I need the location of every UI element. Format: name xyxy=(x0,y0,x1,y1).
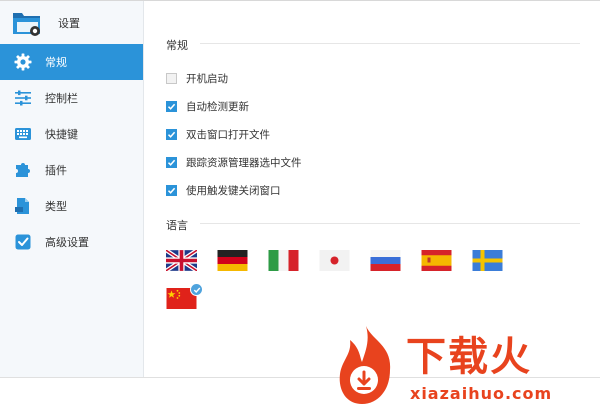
sidebar-item-plugins[interactable]: 插件 xyxy=(0,152,143,188)
sidebar-item-shortcuts[interactable]: 快捷键 xyxy=(0,116,143,152)
option-label: 自动检测更新 xyxy=(186,100,249,113)
checkbox[interactable] xyxy=(166,128,177,140)
puzzle-icon xyxy=(13,160,33,180)
general-section-title: 常规 xyxy=(166,39,188,52)
option-double-click-open[interactable]: 双击窗口打开文件 xyxy=(166,125,270,143)
keyboard-icon xyxy=(13,124,33,144)
app-header: 设置 xyxy=(0,1,143,44)
sidebar-item-general[interactable]: 常规 xyxy=(0,44,143,80)
option-label: 使用触发键关闭窗口 xyxy=(186,184,281,197)
file-type-icon xyxy=(13,196,33,216)
sidebar-item-label: 常规 xyxy=(45,56,67,69)
gear-icon xyxy=(13,52,33,72)
checkbox[interactable] xyxy=(166,100,177,112)
option-label: 跟踪资源管理器选中文件 xyxy=(186,156,302,169)
flame-logo-icon xyxy=(339,326,391,404)
sidebar-item-label: 类型 xyxy=(45,200,67,213)
option-label: 开机启动 xyxy=(186,72,228,85)
sidebar-item-label: 控制栏 xyxy=(45,92,78,105)
sidebar-item-label: 插件 xyxy=(45,164,67,177)
germany-flag[interactable] xyxy=(217,250,248,271)
japan-flag[interactable] xyxy=(319,250,350,271)
check-icon xyxy=(167,159,176,166)
sliders-icon xyxy=(13,88,33,108)
russia-flag[interactable] xyxy=(370,250,401,271)
sidebar: 设置 常规 控制栏 快捷键 插件 类型 高级设置 xyxy=(0,1,144,377)
selected-check-icon xyxy=(190,283,203,296)
app-logo-icon xyxy=(12,10,42,36)
checkbox[interactable] xyxy=(166,72,177,84)
uk-flag[interactable] xyxy=(166,250,197,271)
sidebar-item-label: 快捷键 xyxy=(45,128,78,141)
check-icon xyxy=(167,187,176,194)
section-divider xyxy=(200,223,580,224)
settings-content: 常规 开机启动 自动检测更新 双击窗口打开文件 跟踪资源管理器选中文件 使用触发… xyxy=(144,1,600,377)
option-track-explorer-selection[interactable]: 跟踪资源管理器选中文件 xyxy=(166,153,302,171)
watermark: 下载火 xiazaihuo.com xyxy=(336,324,586,406)
section-divider xyxy=(200,43,580,44)
advanced-check-icon xyxy=(13,232,33,252)
sweden-flag[interactable] xyxy=(472,250,503,271)
watermark-text: 下载火 xyxy=(406,334,532,380)
sidebar-item-controlbar[interactable]: 控制栏 xyxy=(0,80,143,116)
sidebar-item-types[interactable]: 类型 xyxy=(0,188,143,224)
language-section-title: 语言 xyxy=(166,219,188,232)
checkbox[interactable] xyxy=(166,156,177,168)
sidebar-nav: 常规 控制栏 快捷键 插件 类型 高级设置 xyxy=(0,44,143,260)
sidebar-item-label: 高级设置 xyxy=(45,236,89,249)
checkbox[interactable] xyxy=(166,184,177,196)
china-flag[interactable] xyxy=(166,283,203,309)
option-auto-check-update[interactable]: 自动检测更新 xyxy=(166,97,249,115)
check-icon xyxy=(167,103,176,110)
option-launch-at-startup[interactable]: 开机启动 xyxy=(166,69,228,87)
sidebar-item-advanced[interactable]: 高级设置 xyxy=(0,224,143,260)
app-title: 设置 xyxy=(58,16,80,30)
italy-flag[interactable] xyxy=(268,250,299,271)
check-icon xyxy=(167,131,176,138)
watermark-url: xiazaihuo.com xyxy=(410,384,553,403)
spain-flag[interactable] xyxy=(421,250,452,271)
settings-window: 设置 常规 控制栏 快捷键 插件 类型 高级设置 常规 开机启动 自动检测更新 … xyxy=(0,0,600,411)
option-trigger-key-close[interactable]: 使用触发键关闭窗口 xyxy=(166,181,281,199)
option-label: 双击窗口打开文件 xyxy=(186,128,270,141)
